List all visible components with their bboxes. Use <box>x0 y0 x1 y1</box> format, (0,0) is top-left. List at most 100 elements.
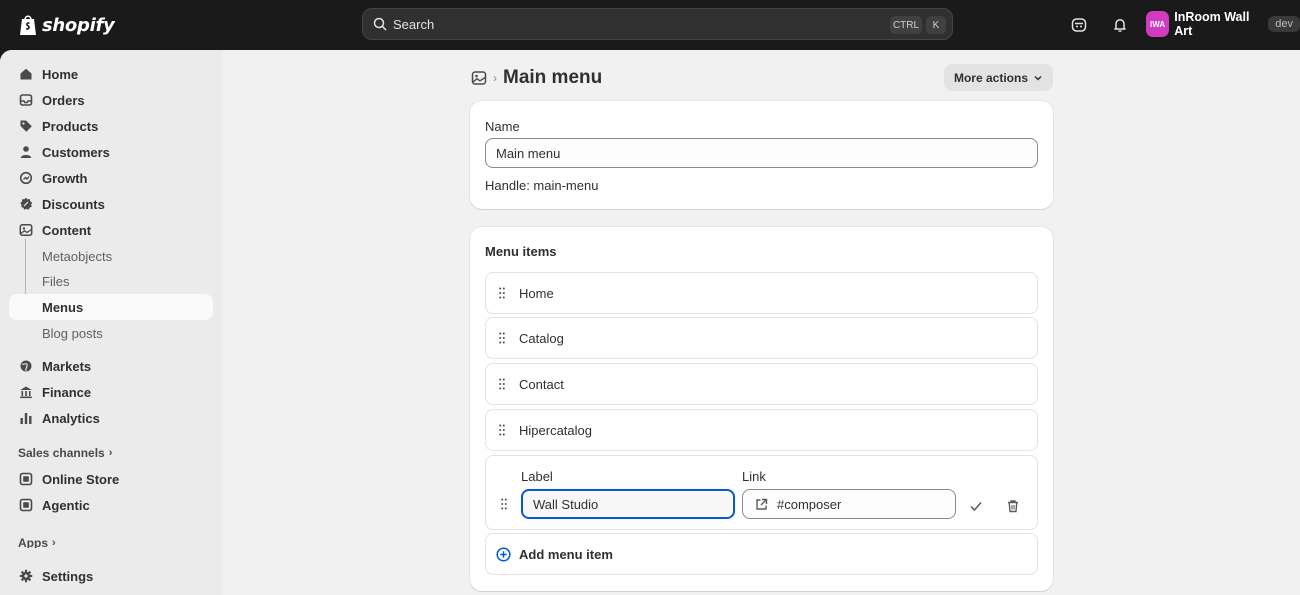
sidebar-subitem-metaobjects[interactable]: Metaobjects <box>9 243 213 269</box>
sidebar-item-finance[interactable]: Finance <box>9 379 213 405</box>
chevron-right-icon: › <box>108 447 113 459</box>
label-field-label: Label <box>521 469 553 484</box>
brand-name: shopify <box>42 14 115 36</box>
home-icon <box>20 68 32 80</box>
search-bar[interactable]: Search CTRL K <box>362 8 953 40</box>
store-env-badge: dev <box>1268 16 1300 32</box>
sidebar-item-home[interactable]: Home <box>9 61 213 87</box>
sidebar-item-orders[interactable]: Orders <box>9 87 213 113</box>
shortcut-k-key: K <box>926 16 946 34</box>
bank-icon <box>20 386 32 399</box>
shopify-logo[interactable]: shopify <box>18 12 115 38</box>
content-breadcrumb-icon[interactable] <box>471 70 487 86</box>
globe-icon <box>20 360 32 372</box>
sidebar-item-label: Agentic <box>42 497 90 513</box>
sidebar-item-analytics[interactable]: Analytics <box>9 405 213 431</box>
sales-channels-label: Sales channels <box>18 446 105 460</box>
app-shell: Home Orders Products Customers Growth Di… <box>0 50 1300 595</box>
store-switcher[interactable]: IWA InRoom Wall Art dev <box>1146 10 1300 38</box>
sidebar-item-label: Analytics <box>42 410 100 426</box>
drag-handle-icon[interactable] <box>499 424 505 436</box>
discount-icon <box>20 197 33 210</box>
add-menu-item-label: Add menu item <box>519 546 613 562</box>
external-link-icon <box>756 498 768 510</box>
sidekick-icon[interactable] <box>1067 13 1091 37</box>
sidebar-item-label: Discounts <box>42 196 105 212</box>
top-bar: shopify Search CTRL K IWA InRoom Wall Ar… <box>0 0 1300 50</box>
sidebar: Home Orders Products Customers Growth Di… <box>0 50 222 595</box>
sidebar-item-online-store[interactable]: Online Store <box>9 466 213 492</box>
sidebar-item-settings[interactable]: Settings <box>9 563 213 589</box>
sidebar-subitem-menus[interactable]: Menus <box>9 294 213 320</box>
drag-handle-icon[interactable] <box>499 287 505 299</box>
agent-icon <box>19 498 33 512</box>
sidebar-item-label: Orders <box>42 92 85 108</box>
sidekick-glyph-icon <box>1071 18 1087 32</box>
apps-header[interactable]: Apps › <box>18 537 56 548</box>
menu-item-label: Catalog <box>519 330 564 346</box>
handle-text: Handle: main-menu <box>485 178 599 193</box>
apps-label: Apps <box>18 537 48 548</box>
drag-handle-icon[interactable] <box>499 332 505 344</box>
shortcut-ctrl-key: CTRL <box>890 16 922 34</box>
bell-icon <box>1114 19 1126 32</box>
notifications-bell-icon[interactable] <box>1108 13 1132 37</box>
menu-item-edit-row: Label Wall Studio Link #composer <box>485 455 1038 530</box>
search-placeholder: Search <box>393 16 435 32</box>
drag-handle-icon[interactable] <box>499 378 505 390</box>
sidebar-item-label: Settings <box>42 568 94 584</box>
person-icon <box>20 146 32 158</box>
sidebar-item-customers[interactable]: Customers <box>9 139 213 165</box>
growth-icon <box>19 171 33 185</box>
bar-chart-icon <box>20 413 32 424</box>
label-input[interactable]: Wall Studio <box>521 489 735 519</box>
add-circle-icon <box>496 547 511 562</box>
tag-icon <box>20 120 32 132</box>
inbox-icon <box>19 94 33 106</box>
delete-button[interactable] <box>1003 496 1023 516</box>
more-actions-button[interactable]: More actions <box>943 64 1053 91</box>
menu-item-label: Contact <box>519 376 564 392</box>
sidebar-item-label: Growth <box>42 170 88 186</box>
sidebar-item-label: Home <box>42 66 79 82</box>
sidebar-item-discounts[interactable]: Discounts <box>9 191 213 217</box>
content-icon <box>19 224 33 236</box>
name-input[interactable]: Main menu <box>485 138 1038 168</box>
name-card: Name Main menu Handle: main-menu <box>470 101 1053 209</box>
store-name: InRoom Wall Art <box>1174 10 1250 38</box>
sales-channels-header[interactable]: Sales channels › <box>18 446 112 460</box>
trash-icon <box>1008 500 1018 513</box>
add-menu-item-button[interactable]: Add menu item <box>485 533 1038 575</box>
sidebar-item-label: Markets <box>42 358 92 374</box>
checkmark-icon <box>970 502 982 512</box>
menu-items-title: Menu items <box>485 244 557 259</box>
confirm-button[interactable] <box>966 496 986 516</box>
sidebar-item-growth[interactable]: Growth <box>9 165 213 191</box>
menu-item-row[interactable]: Hipercatalog <box>485 409 1038 451</box>
sidebar-item-label: Online Store <box>42 471 120 487</box>
sidebar-subitem-files[interactable]: Files <box>9 268 213 294</box>
sidebar-item-label: Finance <box>42 384 92 400</box>
menu-item-row[interactable]: Home <box>485 272 1038 314</box>
shopify-bag-icon <box>20 15 36 35</box>
store-avatar: IWA <box>1146 11 1170 37</box>
link-field-label: Link <box>742 469 766 484</box>
sidebar-item-agentic[interactable]: Agentic <box>9 492 213 518</box>
chevron-down-icon <box>1034 75 1042 81</box>
chevron-right-icon: › <box>52 537 56 548</box>
link-input[interactable]: #composer <box>742 489 956 519</box>
drag-handle-icon[interactable] <box>501 498 507 510</box>
page-title: Main menu <box>503 67 603 88</box>
sidebar-item-products[interactable]: Products <box>9 113 213 139</box>
menu-items-card: Menu items Home Catalog Contact Hipercat… <box>470 227 1053 591</box>
name-label: Name <box>485 119 520 134</box>
search-icon <box>373 17 387 31</box>
sidebar-item-label: Customers <box>42 144 110 160</box>
menu-item-row[interactable]: Contact <box>485 363 1038 405</box>
sidebar-item-markets[interactable]: Markets <box>9 353 213 379</box>
sidebar-item-content[interactable]: Content <box>9 217 213 243</box>
more-actions-label: More actions <box>953 70 1028 85</box>
sidebar-item-label: Products <box>42 118 99 134</box>
sidebar-subitem-blog-posts[interactable]: Blog posts <box>9 320 213 346</box>
menu-item-row[interactable]: Catalog <box>485 317 1038 359</box>
